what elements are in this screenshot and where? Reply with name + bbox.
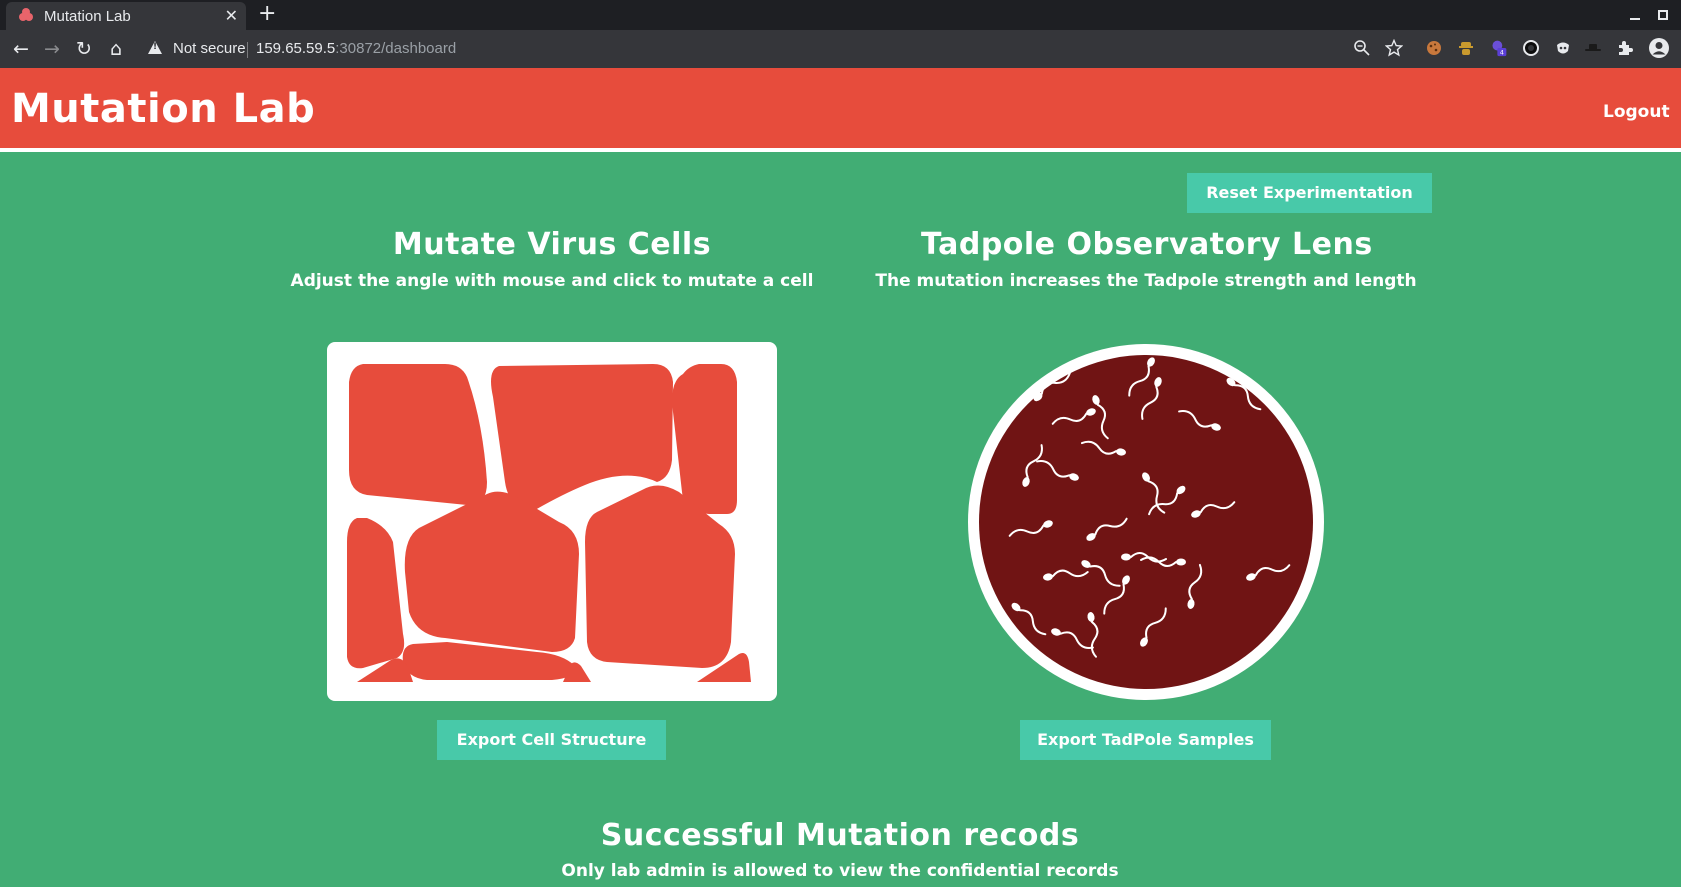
home-icon[interactable]: ⌂: [103, 36, 129, 62]
puzzle-badge-extension-icon[interactable]: 4: [1490, 39, 1508, 57]
app-header: Mutation Lab Logout: [0, 68, 1681, 152]
app-title: Mutation Lab: [11, 86, 316, 132]
profile-avatar-icon[interactable]: [1648, 37, 1670, 59]
virus-cell[interactable]: [349, 364, 487, 506]
extension-badge: 4: [1500, 49, 1504, 57]
reload-icon[interactable]: ↻: [71, 36, 97, 62]
minimize-icon[interactable]: [1630, 18, 1640, 20]
url-text[interactable]: 159.65.59.5:30872/dashboard: [256, 40, 456, 57]
tab-title: Mutation Lab: [44, 8, 131, 25]
security-label[interactable]: Not secure: [173, 40, 246, 57]
hat-extension-icon[interactable]: [1584, 39, 1602, 57]
records-section-subtitle: Only lab admin is allowed to view the co…: [561, 861, 1119, 881]
url-host: 159.65.59.5: [256, 40, 336, 57]
records-section-title: Successful Mutation recods: [600, 818, 1080, 853]
virus-cell[interactable]: [404, 491, 579, 652]
ring-extension-icon[interactable]: [1522, 39, 1540, 57]
browser-toolbar: ← → ↻ ⌂ Not secure 159.65.59.5:30872/das…: [0, 30, 1681, 68]
url-path: :30872/dashboard: [335, 40, 457, 57]
maximize-icon[interactable]: [1658, 10, 1668, 20]
virus-cell[interactable]: [347, 518, 405, 669]
omnibox-divider: [247, 42, 248, 58]
zoom-icon[interactable]: [1353, 39, 1371, 57]
virus-section-subtitle: Adjust the angle with mouse and click to…: [290, 271, 814, 291]
browser-tab-strip: Mutation Lab ✕ +: [0, 0, 1681, 30]
cookie-extension-icon[interactable]: [1425, 39, 1443, 57]
biohazard-favicon-icon: [19, 8, 33, 21]
warning-icon: [148, 41, 162, 54]
virus-section-title: Mutate Virus Cells: [392, 227, 712, 262]
back-icon[interactable]: ←: [8, 36, 34, 62]
export-tadpole-samples-button[interactable]: Export TadPole Samples: [1020, 720, 1271, 760]
tadpole-observatory-lens[interactable]: [966, 342, 1326, 702]
forward-icon[interactable]: →: [39, 36, 65, 62]
tadpole-section-subtitle: The mutation increases the Tadpole stren…: [875, 271, 1417, 291]
virus-cell[interactable]: [672, 364, 737, 514]
browser-tab[interactable]: Mutation Lab ✕: [6, 2, 246, 30]
logout-link[interactable]: Logout: [1603, 102, 1670, 122]
tadpole-section-title: Tadpole Observatory Lens: [921, 227, 1373, 262]
mask-extension-icon[interactable]: [1554, 39, 1572, 57]
virus-cell-canvas[interactable]: [327, 342, 777, 701]
export-cell-structure-button[interactable]: Export Cell Structure: [437, 720, 666, 760]
virus-cell-structure: [347, 364, 751, 682]
new-tab-button[interactable]: +: [258, 2, 276, 26]
tab-close-icon[interactable]: ✕: [225, 6, 238, 25]
reset-experimentation-button[interactable]: Reset Experimentation: [1187, 173, 1432, 213]
spy-extension-icon[interactable]: [1457, 39, 1475, 57]
address-bar[interactable]: Not secure 159.65.59.5:30872/dashboard: [140, 34, 1415, 64]
extensions-puzzle-icon[interactable]: [1616, 39, 1634, 57]
bookmark-star-icon[interactable]: [1385, 39, 1403, 57]
